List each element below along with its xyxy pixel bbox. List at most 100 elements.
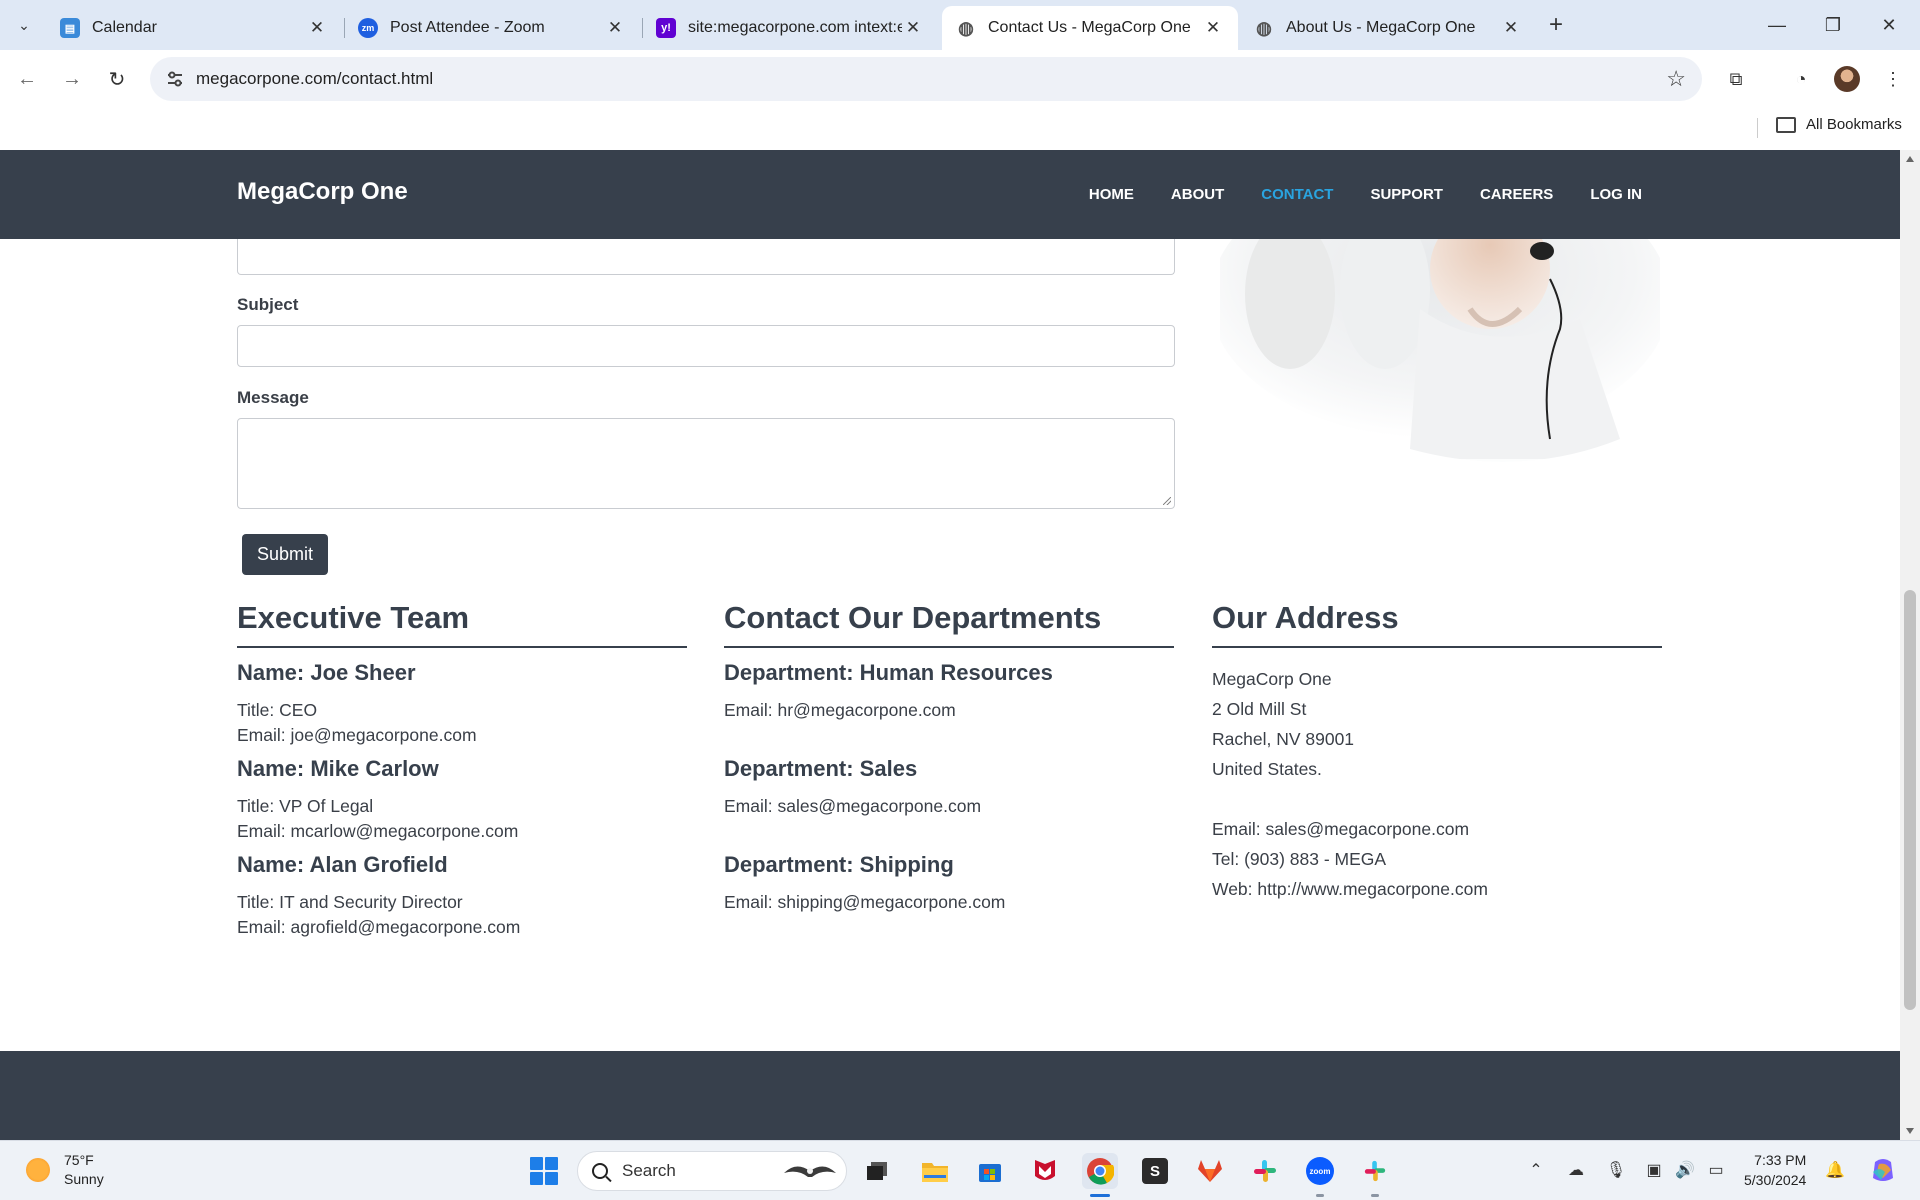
site-brand-logo[interactable]: MegaCorp One (237, 178, 408, 206)
windows-start-icon[interactable] (530, 1157, 558, 1185)
tab-zoom[interactable]: zm Post Attendee - Zoom ✕ (344, 6, 640, 50)
close-icon[interactable]: ✕ (604, 17, 626, 39)
submit-button[interactable]: Submit (242, 534, 328, 575)
address-block: MegaCorp One 2 Old Mill St Rachel, NV 89… (1212, 664, 1662, 904)
extensions-icon[interactable]: ⧉ (1719, 62, 1753, 96)
executive-name: Name: Alan Grofield (237, 852, 448, 877)
copilot-icon[interactable] (1868, 1155, 1898, 1185)
executive-email[interactable]: Email: agrofield@megacorpone.com (237, 917, 520, 937)
onedrive-cloud-icon[interactable]: ☁ (1565, 1159, 1587, 1181)
gitlab-icon[interactable] (1192, 1153, 1228, 1189)
slack-icon[interactable] (1247, 1153, 1283, 1189)
microphone-icon[interactable]: 🎙 (1605, 1159, 1627, 1181)
tab-about-us[interactable]: ◍ About Us - MegaCorp One ✕ (1240, 6, 1536, 50)
address-tel: Tel: (903) 883 - MEGA (1212, 849, 1387, 869)
menu-kebab-icon[interactable]: ⋮ (1876, 62, 1910, 96)
tab-contact-us[interactable]: ◍ Contact Us - MegaCorp One ✕ (942, 6, 1238, 50)
tab-title: Contact Us - MegaCorp One (988, 19, 1191, 36)
weather-temp: 75°F (64, 1152, 94, 1168)
minimize-button[interactable]: — (1754, 8, 1800, 42)
forward-button[interactable]: → (55, 62, 89, 96)
chrome-icon[interactable] (1082, 1153, 1118, 1189)
file-explorer-icon[interactable] (917, 1153, 953, 1189)
page-viewport: MegaCorp One HOME ABOUT CONTACT SUPPORT … (0, 150, 1900, 1140)
tab-search-button[interactable]: ⌄ (8, 9, 40, 41)
microsoft-store-icon[interactable] (972, 1153, 1008, 1189)
address-line: Rachel, NV 89001 (1212, 729, 1355, 749)
taskbar-search-box[interactable]: Search (577, 1151, 847, 1191)
tab-title: Post Attendee - Zoom (390, 19, 545, 36)
site-info-icon[interactable] (164, 68, 186, 90)
volume-icon[interactable]: 🔊 (1674, 1159, 1696, 1181)
slack-running-indicator (1371, 1194, 1379, 1197)
address-bar[interactable]: megacorpone.com/contact.html ☆ (150, 57, 1702, 101)
url-text[interactable]: megacorpone.com/contact.html (196, 69, 433, 89)
battery-icon[interactable]: ▭ (1705, 1159, 1727, 1181)
restore-icon: ❐ (1824, 14, 1842, 35)
bookmark-star-icon[interactable]: ☆ (1666, 66, 1686, 92)
arrow-right-icon: → (62, 67, 82, 90)
tray-overflow-chevron-icon[interactable]: ⌃ (1525, 1159, 1547, 1181)
executive-title: Title: IT and Security Director (237, 892, 463, 912)
tab-yahoo-search[interactable]: y! site:megacorpone.com intext:em ✕ (642, 6, 938, 50)
address-email[interactable]: Email: sales@megacorpone.com (1212, 819, 1469, 839)
close-icon[interactable]: ✕ (902, 17, 924, 39)
clock-date: 5/30/2024 (1744, 1172, 1807, 1188)
reload-button[interactable]: ↻ (100, 62, 134, 96)
department-email[interactable]: Email: shipping@megacorpone.com (724, 892, 1005, 912)
nav-support[interactable]: SUPPORT (1370, 186, 1443, 203)
nav-contact[interactable]: CONTACT (1261, 186, 1333, 203)
subject-input[interactable] (237, 325, 1175, 367)
email-field[interactable] (237, 239, 1175, 275)
zoom-icon[interactable]: zoom (1302, 1153, 1338, 1189)
nav-log-in[interactable]: LOG IN (1590, 186, 1642, 203)
minimize-icon: — (1768, 14, 1786, 35)
bookmarks-bar: All Bookmarks (0, 108, 1920, 150)
task-view-icon[interactable] (860, 1153, 896, 1189)
sublime-s-app-icon[interactable]: S (1137, 1153, 1173, 1189)
sun-icon (26, 1158, 50, 1182)
scrollbar-thumb[interactable] (1904, 590, 1916, 1010)
address-line: MegaCorp One (1212, 669, 1332, 689)
nav-home[interactable]: HOME (1089, 186, 1134, 203)
executive-email[interactable]: Email: joe@megacorpone.com (237, 725, 477, 745)
departments-heading: Contact Our Departments (724, 600, 1174, 648)
browser-tab-strip: ⌄ ▤ Calendar ✕ zm Post Attendee - Zoom ✕… (0, 0, 1920, 50)
restore-button[interactable]: ❐ (1810, 8, 1856, 42)
tab-calendar[interactable]: ▤ Calendar ✕ (46, 6, 342, 50)
new-tab-button[interactable]: + (1542, 12, 1570, 40)
slack-pinned-icon[interactable] (1357, 1153, 1393, 1189)
notification-bell-icon[interactable]: 🔔 (1824, 1159, 1846, 1181)
message-textarea[interactable] (237, 418, 1175, 509)
close-icon[interactable]: ✕ (306, 17, 328, 39)
performance-icon[interactable]: ◔ (1784, 62, 1818, 96)
page-scrollbar[interactable] (1900, 150, 1920, 1140)
address-web[interactable]: Web: http://www.megacorpone.com (1212, 879, 1488, 899)
close-icon[interactable]: ✕ (1500, 17, 1522, 39)
executive-title: Title: VP Of Legal (237, 796, 374, 816)
profile-avatar[interactable] (1834, 66, 1860, 92)
address-heading: Our Address (1212, 600, 1662, 648)
customer-support-photo (1220, 239, 1660, 519)
search-icon (592, 1163, 608, 1179)
message-label: Message (237, 388, 309, 407)
system-clock[interactable]: 7:33 PM 5/30/2024 (1744, 1150, 1806, 1190)
close-icon[interactable]: ✕ (1202, 17, 1224, 39)
close-window-button[interactable]: ✕ (1866, 8, 1912, 42)
back-button[interactable]: ← (10, 62, 44, 96)
executive-team-section: Executive Team Name: Joe Sheer Title: CE… (237, 600, 687, 940)
nav-careers[interactable]: CAREERS (1480, 186, 1553, 203)
mcafee-icon[interactable] (1027, 1153, 1063, 1189)
network-icon[interactable]: ▣ (1643, 1159, 1665, 1181)
scroll-down-arrow-icon[interactable] (1906, 1128, 1914, 1134)
subject-label: Subject (237, 295, 299, 314)
nav-about[interactable]: ABOUT (1171, 186, 1224, 203)
department-email[interactable]: Email: hr@megacorpone.com (724, 700, 956, 720)
weather-widget[interactable]: 75°F Sunny (26, 1151, 104, 1189)
scroll-up-arrow-icon[interactable] (1906, 156, 1914, 162)
department-name: Department: Sales (724, 756, 918, 781)
department-email[interactable]: Email: sales@megacorpone.com (724, 796, 981, 816)
executive-email[interactable]: Email: mcarlow@megacorpone.com (237, 821, 518, 841)
all-bookmarks-button[interactable]: All Bookmarks (1776, 116, 1902, 133)
departments-section: Contact Our Departments Department: Huma… (724, 600, 1174, 915)
